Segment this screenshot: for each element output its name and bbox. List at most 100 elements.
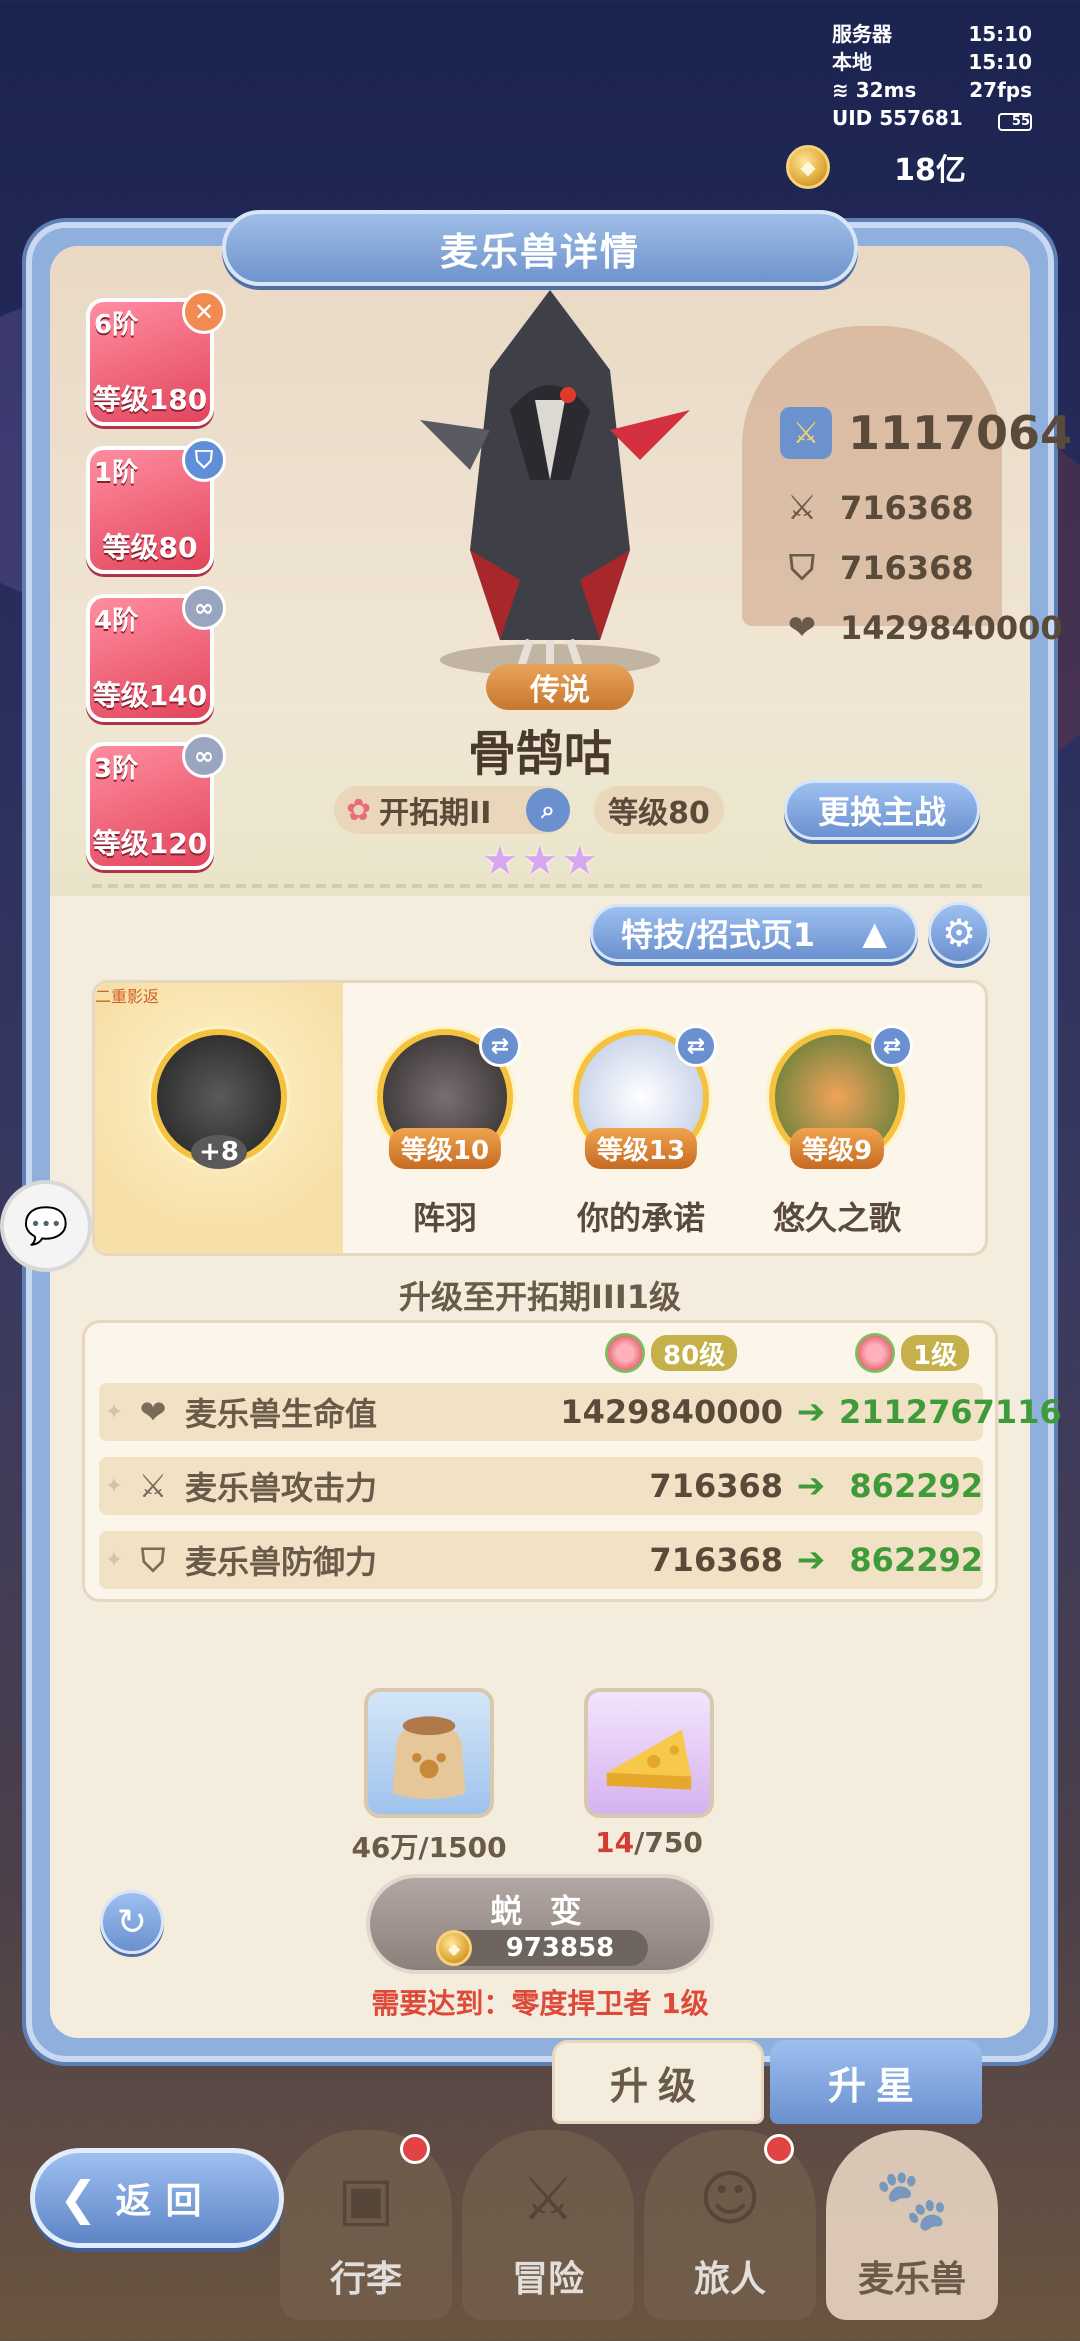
upgrade-title: 升级至开拓期III1级: [399, 1278, 681, 1316]
nav-traveler[interactable]: ☺ 旅人: [644, 2130, 816, 2320]
skill-level: +8: [191, 1135, 247, 1169]
arrow-right-icon: ➔: [796, 1540, 826, 1580]
local-time: 15:10: [968, 50, 1032, 74]
swap-icon[interactable]: ⇄: [871, 1025, 913, 1067]
magnify-icon[interactable]: ⌕: [526, 788, 570, 832]
skill-item[interactable]: ⇄ 等级10 阵羽: [355, 983, 535, 1253]
gear-icon[interactable]: ⚙: [928, 902, 990, 964]
evolve-cost: ◆ 973858: [436, 1930, 648, 1966]
gold-coin-icon: ◆: [436, 1930, 472, 1966]
notification-dot: [764, 2134, 794, 2164]
evolve-label: 蜕 变: [490, 1892, 590, 1930]
stage-label: 开拓期II: [379, 796, 492, 831]
badge-tier: 1阶: [94, 458, 139, 488]
chat-icon[interactable]: 💬: [0, 1180, 92, 1272]
badge-level: 等级180: [92, 383, 208, 416]
badge-tier: 6阶: [94, 310, 139, 340]
flower-icon: ✿: [346, 792, 372, 828]
trait-badge[interactable]: 1阶 等级80 ⛉: [86, 438, 226, 574]
skill-item-main[interactable]: +8 二重影返: [95, 983, 343, 1253]
skill-item[interactable]: ⇄ 等级9 悠久之歌: [747, 983, 927, 1253]
from-level-tag: 80级: [651, 1335, 738, 1371]
battery-icon: 55: [998, 113, 1032, 131]
compare-label: 麦乐兽生命值: [185, 1395, 378, 1433]
defense-stat: ⛉ 716368: [780, 546, 973, 590]
creature-name: 骨鹄咕: [467, 726, 612, 782]
skill-name: 你的承诺: [576, 1199, 705, 1237]
have-count: 14: [595, 1826, 635, 1859]
person-icon: ☺: [698, 2164, 762, 2234]
compare-label: 麦乐兽防御力: [185, 1543, 378, 1581]
swap-icon[interactable]: ⇄: [675, 1025, 717, 1067]
server-label: 服务器: [832, 22, 892, 46]
heart-icon: ❤: [787, 608, 817, 648]
status-overlay: 服务器 15:10 本地 15:10 ≋ 32ms 27fps UID 557681 5…: [832, 20, 1032, 132]
compare-new-value: 862292: [849, 1467, 983, 1505]
shield-icon: ⛉: [789, 548, 815, 588]
compare-old-value: 1429840000: [560, 1393, 783, 1431]
attack-stat: ⚔ 716368: [780, 486, 974, 530]
cheese-item[interactable]: [584, 1688, 714, 1818]
power-value: 1117064: [848, 406, 1073, 460]
backpack-icon: ▣: [337, 2164, 395, 2234]
nav-adventure-label: 冒险: [511, 2259, 584, 2300]
trait-badge[interactable]: 6阶 等级180 ✕: [86, 290, 226, 426]
swords-icon: ⚔: [521, 2164, 575, 2234]
power-stat: ⚔ 1117064: [780, 406, 1072, 460]
ping-value: 32ms: [855, 78, 917, 102]
gold-balance[interactable]: ◆ 18亿: [786, 145, 1030, 189]
skill-level: 等级13: [584, 1128, 698, 1169]
cat-icon: 🐾: [874, 2165, 950, 2235]
back-button[interactable]: ❮ 返回: [30, 2148, 284, 2248]
cheese-icon: [606, 1729, 692, 1790]
badge-level: 等级140: [92, 679, 208, 712]
tab-star-up[interactable]: 升星: [770, 2040, 982, 2124]
trait-badge[interactable]: 4阶 等级140 ∞: [86, 586, 226, 722]
wifi-icon: ≋: [832, 78, 849, 102]
trait-badge[interactable]: 3阶 等级120 ∞: [86, 734, 226, 870]
server-time: 15:10: [968, 22, 1032, 46]
evolve-cost-value: 973858: [505, 1933, 615, 1963]
refresh-icon[interactable]: ↻: [100, 1890, 164, 1954]
food-bag-item[interactable]: [364, 1688, 494, 1818]
nav-pets-label: 麦乐兽: [857, 2259, 966, 2300]
nav-bag-label: 行李: [329, 2259, 402, 2300]
sparkle-icon: ✦: [104, 1473, 124, 1499]
attack-value: 716368: [840, 489, 974, 527]
shield-icon: ⛉: [140, 1540, 165, 1579]
creature-portrait[interactable]: [400, 250, 700, 680]
nav-bag[interactable]: ▣ 行李: [280, 2130, 452, 2320]
skill-level: 等级9: [789, 1128, 885, 1169]
need-count: /1500: [418, 1831, 507, 1864]
gold-coin-icon: ◆: [786, 145, 830, 189]
compare-new-value: 2112767116: [839, 1393, 1062, 1431]
skill-orb: ⇄ 等级10: [377, 1025, 521, 1169]
back-label: 返回: [115, 2181, 216, 2222]
nav-adventure[interactable]: ⚔ 冒险: [462, 2130, 634, 2320]
evolve-button[interactable]: 蜕 变 ◆ 973858: [366, 1874, 714, 1974]
compare-row-attack: ✦ ⚔ 麦乐兽攻击力 716368 ➔ 862292: [99, 1457, 983, 1515]
skill-item[interactable]: ⇄ 等级13 你的承诺: [551, 983, 731, 1253]
badge-level: 等级120: [92, 827, 208, 860]
swap-icon[interactable]: ⇄: [479, 1025, 521, 1067]
nav-traveler-label: 旅人: [693, 2259, 766, 2300]
shield-icon: ⛉: [182, 438, 226, 482]
badge-tier: 4阶: [94, 606, 139, 636]
link-icon: ∞: [182, 734, 226, 778]
stage-pill[interactable]: ✿ 开拓期II ⌕: [334, 786, 570, 834]
skill-name: 阵羽: [412, 1199, 477, 1237]
skill-page-dropdown[interactable]: 特技/招式页1 ▲: [590, 904, 918, 962]
from-level-header: 80级: [605, 1333, 738, 1373]
back-arrow-icon: ❮: [59, 2171, 98, 2225]
skill-name: 悠久之歌: [772, 1199, 901, 1237]
heart-icon: ❤: [139, 1393, 167, 1431]
swap-main-button[interactable]: 更换主战: [784, 780, 980, 840]
tab-upgrade[interactable]: 升级: [552, 2040, 764, 2124]
ping-readout: ≋ 32ms: [832, 76, 916, 104]
sparkle-icon: ✦: [104, 1399, 124, 1425]
compare-new-value: 862292: [849, 1541, 983, 1579]
flower-icon: [855, 1333, 895, 1373]
nav-pets[interactable]: 🐾 麦乐兽: [826, 2130, 998, 2320]
rarity-badge: 传说: [486, 664, 634, 710]
skill-name: 二重影返: [95, 987, 160, 1006]
